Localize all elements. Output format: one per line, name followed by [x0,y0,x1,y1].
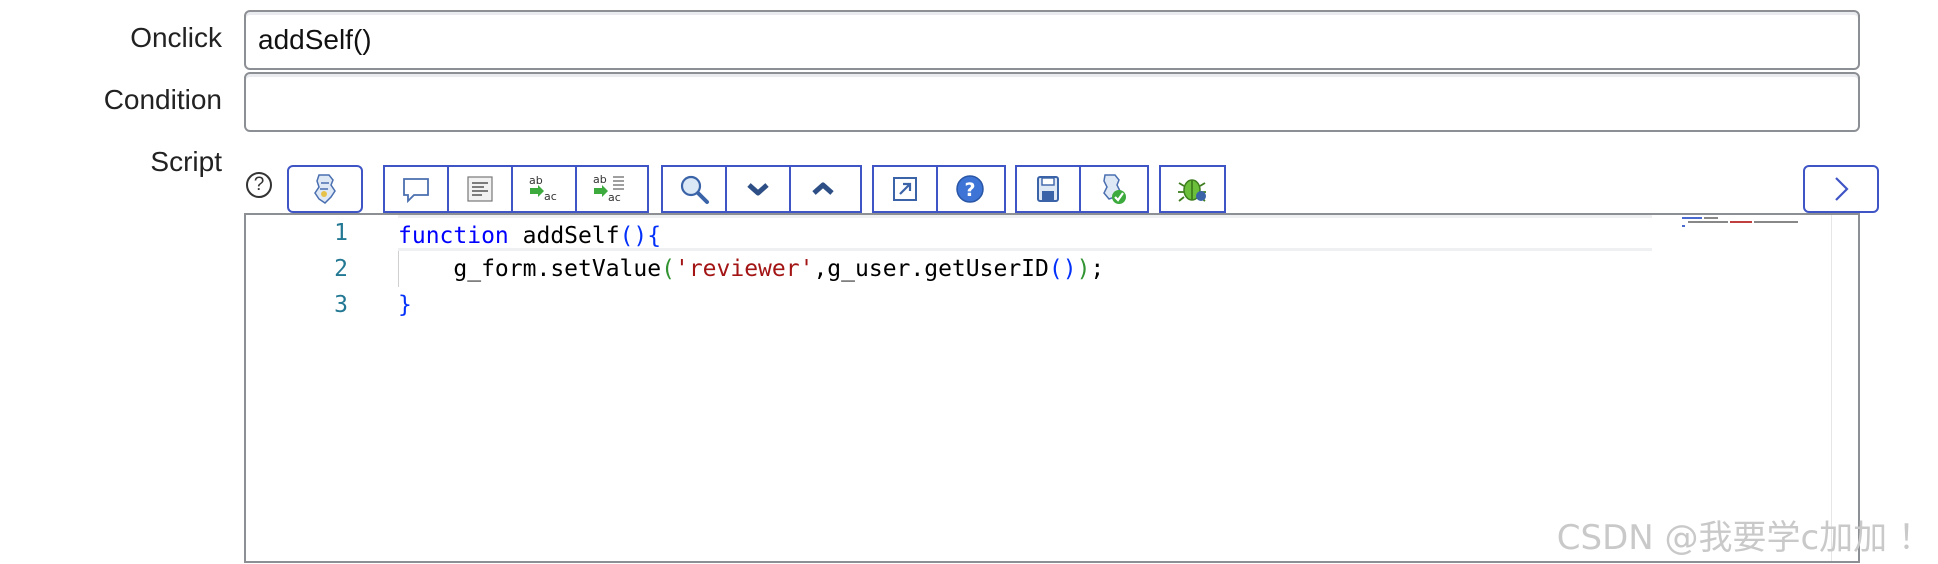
toolbar-group-save [1015,165,1149,213]
code-token: ) [1076,256,1091,282]
code-token: () [619,223,648,249]
comment-icon [403,178,429,204]
search-icon [680,175,709,204]
script-label: Script [150,146,222,177]
next-icon [747,183,769,196]
toolbar-group-debug [1159,165,1226,213]
svg-text:ab: ab [529,174,543,187]
line-number-gutter: 1 2 3 [246,215,358,323]
line-number: 1 [334,220,348,246]
fullscreen-icon [893,177,917,201]
code-token: addSelf [508,223,620,249]
code-line[interactable]: g_form.setValue('reviewer',g_user.getUse… [398,251,1652,287]
replace-icon: ab ac [529,174,557,203]
code-line[interactable]: function addSelf(){ [398,215,1652,251]
condition-label: Condition [103,84,222,115]
code-token: } [398,292,412,318]
previous-match-button[interactable] [791,167,855,211]
search-button[interactable] [663,167,727,211]
code-token: ,g_user.getUserID [813,256,1049,282]
line-number: 2 [334,256,348,282]
format-code-button[interactable] [449,167,513,211]
code-token: 'reviewer' [674,256,814,282]
toolbar-group-edit: ab ac ab ac [383,165,649,213]
expand-panel-icon [1835,177,1849,201]
toolbar-group-search [661,165,862,213]
minimap[interactable] [1680,215,1830,235]
replace-all-icon: ab ac [593,173,624,204]
svg-text:ac: ac [544,190,557,203]
onclick-input[interactable]: addSelf() [244,10,1860,70]
help-icon: ? [956,175,984,203]
code-token: () [1048,256,1077,282]
save-button[interactable] [1017,167,1081,211]
replace-all-button[interactable]: ab ac [577,167,641,211]
toggle-syntax-editor-icon [314,174,336,204]
code-token: function [398,223,509,249]
code-token: ; [1090,256,1105,282]
next-match-button[interactable] [727,167,791,211]
expand-panel-button[interactable] [1805,167,1877,211]
previous-icon [812,182,834,195]
svg-text:?: ? [964,179,975,201]
line-number: 3 [334,292,348,318]
script-help-icon[interactable]: ? [246,172,272,198]
replace-button[interactable]: ab ac [513,167,577,211]
check-syntax-icon [1103,174,1126,204]
condition-input[interactable] [244,72,1860,132]
svg-text:ab: ab [593,173,607,186]
save-icon [1037,176,1059,202]
check-syntax-button[interactable] [1081,167,1145,211]
toolbar-group-view: ? [872,165,1006,213]
toolbar-group-expand [1803,165,1879,213]
onclick-label: Onclick [130,22,222,53]
fullscreen-button[interactable] [874,167,938,211]
format-code-icon [467,176,493,202]
code-lines[interactable]: function addSelf(){ g_form.setValue('rev… [398,215,1652,323]
code-token: g_form.setValue [453,256,662,282]
code-token: ( [661,256,675,282]
svg-text:ac: ac [608,191,621,204]
script-debugger-icon [1177,179,1206,202]
code-line[interactable]: } [398,287,1652,323]
watermark: CSDN @我要学c加加 ！ [1556,518,1932,558]
script-help-button[interactable]: ? [938,167,1002,211]
toolbar-group-toggle [287,165,363,213]
toggle-syntax-editor-button[interactable] [289,167,361,211]
code-token: { [647,223,662,249]
script-debugger-button[interactable] [1161,167,1224,211]
comment-button[interactable] [385,167,449,211]
